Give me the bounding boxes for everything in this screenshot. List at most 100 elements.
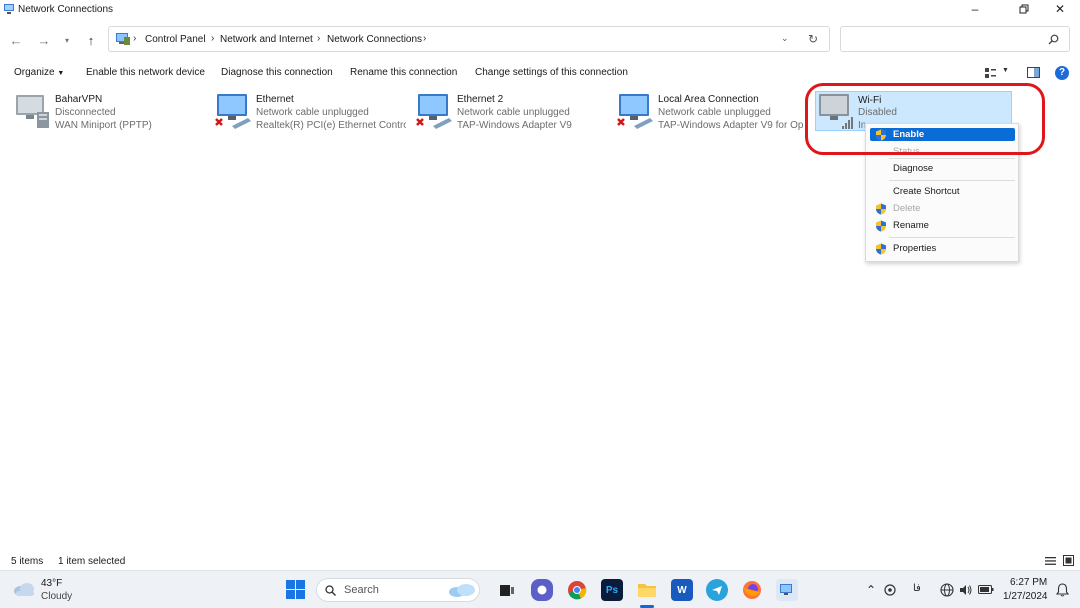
weather-temperature: 43°F xyxy=(41,578,63,589)
view-options-icon[interactable] xyxy=(985,68,996,79)
breadcrumb-network-and-internet[interactable]: Network and Internet xyxy=(220,34,313,45)
recent-locations-button[interactable]: ▾ xyxy=(58,31,76,49)
search-box[interactable] xyxy=(840,26,1070,52)
breadcrumb-separator: › xyxy=(423,33,427,44)
uac-shield-icon xyxy=(876,220,886,232)
chevron-up-icon[interactable]: ⌃ xyxy=(866,583,876,597)
selection-count: 1 item selected xyxy=(58,556,126,567)
item-count: 5 items xyxy=(11,556,44,567)
menu-separator xyxy=(889,158,1015,159)
close-button[interactable]: ✕ xyxy=(1043,0,1077,18)
search-highlight-clouds-icon xyxy=(449,584,475,597)
connection-device: Realtek(R) PCI(e) Ethernet Control... xyxy=(256,120,406,131)
word-label: W xyxy=(677,584,687,596)
menu-item-label: Rename xyxy=(893,220,929,231)
notification-bell-icon[interactable] xyxy=(1056,583,1069,597)
menu-item-label: Diagnose xyxy=(893,163,934,174)
globe-network-icon[interactable] xyxy=(940,583,954,597)
back-button[interactable]: ← xyxy=(7,31,25,49)
refresh-icon[interactable]: ↻ xyxy=(808,32,818,46)
ethernet-connection-icon xyxy=(617,94,653,129)
taskbar-search-label: Search xyxy=(344,584,379,596)
arrow-left-icon: ← xyxy=(9,32,23,48)
menu-item-diagnose[interactable]: Diagnose xyxy=(870,162,1015,175)
connection-device: TAP-Windows Adapter V9 xyxy=(457,120,572,131)
clock-date[interactable]: 1/27/2024 xyxy=(1003,591,1048,602)
change-settings-button[interactable]: Change settings of this connection xyxy=(475,67,628,78)
organize-button[interactable]: Organize ▼ xyxy=(14,67,64,78)
minimize-button[interactable]: – xyxy=(958,0,992,18)
menu-item-rename[interactable]: Rename xyxy=(870,219,1015,232)
command-bar: Organize ▼ Enable this network device Di… xyxy=(0,63,1080,83)
file-explorer-icon[interactable] xyxy=(636,579,658,601)
address-dropdown-icon[interactable]: ⌄ xyxy=(781,33,789,44)
vpn-connection-icon xyxy=(16,95,49,128)
network-connections-app-icon xyxy=(4,4,14,14)
connection-item-local-area-connection[interactable]: Local Area Connection Network cable unpl… xyxy=(616,90,806,132)
connection-device: TAP-Windows Adapter V9 for Ope... xyxy=(658,120,803,131)
connection-item-ethernet[interactable]: Ethernet Network cable unplugged Realtek… xyxy=(214,90,409,132)
connection-item-ethernet-2[interactable]: Ethernet 2 Network cable unplugged TAP-W… xyxy=(415,90,605,132)
connection-device: WAN Miniport (PPTP) xyxy=(55,120,152,131)
control-panel-icon xyxy=(116,33,130,45)
breadcrumb-separator: › xyxy=(211,33,215,44)
highlight-annotation xyxy=(805,83,1045,155)
connection-status: Network cable unplugged xyxy=(658,107,771,118)
address-bar[interactable]: › Control Panel › Network and Internet ›… xyxy=(108,26,830,52)
taskbar: 43°F Cloudy Search Ps W ⌃ فا 6:27 PM 1/2… xyxy=(0,570,1080,608)
menu-item-label: Delete xyxy=(893,203,921,214)
menu-separator xyxy=(889,180,1015,181)
diagnose-connection-button[interactable]: Diagnose this connection xyxy=(221,67,333,78)
view-dropdown-icon[interactable]: ▼ xyxy=(1002,67,1009,74)
help-icon[interactable]: ? xyxy=(1055,66,1069,80)
rename-connection-button[interactable]: Rename this connection xyxy=(350,67,457,78)
uac-shield-icon xyxy=(876,203,886,215)
details-view-icon[interactable] xyxy=(1045,556,1056,566)
breadcrumb-separator: › xyxy=(133,33,137,44)
breadcrumb-network-connections[interactable]: Network Connections xyxy=(327,34,422,45)
status-bar: 5 items 1 item selected xyxy=(0,553,1080,569)
taskbar-search[interactable]: Search xyxy=(316,578,480,602)
firefox-icon[interactable] xyxy=(741,579,763,601)
windows-start-icon[interactable] xyxy=(286,580,305,599)
cloudy-weather-icon[interactable] xyxy=(12,580,36,598)
telegram-icon[interactable] xyxy=(706,579,728,601)
search-icon xyxy=(1048,34,1059,45)
network-connections-taskbar-icon[interactable] xyxy=(776,579,798,601)
connection-status: Network cable unplugged xyxy=(457,107,570,118)
battery-icon[interactable] xyxy=(978,585,994,594)
up-button[interactable]: ↑ xyxy=(82,31,100,49)
connection-name: Ethernet 2 xyxy=(457,94,504,105)
photoshop-icon[interactable]: Ps xyxy=(601,579,623,601)
menu-item-properties[interactable]: Properties xyxy=(870,242,1015,255)
breadcrumb-separator: › xyxy=(317,33,321,44)
close-icon: ✕ xyxy=(1054,2,1066,16)
task-view-icon[interactable] xyxy=(496,579,518,601)
connection-item-baharvpn[interactable]: BaharVPN Disconnected WAN Miniport (PPTP… xyxy=(13,90,203,132)
language-indicator[interactable]: فا xyxy=(913,583,921,594)
minimize-icon: – xyxy=(971,2,979,16)
large-icons-view-icon[interactable] xyxy=(1063,555,1074,566)
search-input[interactable] xyxy=(847,32,1042,47)
volume-icon[interactable] xyxy=(959,583,973,597)
forward-button[interactable]: → xyxy=(35,31,53,49)
clock-time[interactable]: 6:27 PM xyxy=(1010,577,1047,588)
copilot-icon[interactable] xyxy=(884,584,897,596)
restore-icon xyxy=(1019,4,1029,14)
maximize-button[interactable] xyxy=(1007,0,1041,18)
network-connections-window: Network Connections – ✕ ← → ▾ ↑ › Contro… xyxy=(0,0,1080,570)
ethernet-connection-icon xyxy=(416,94,452,129)
search-icon xyxy=(325,585,336,596)
caret-down-icon: ▼ xyxy=(57,70,65,77)
menu-separator xyxy=(889,237,1015,238)
menu-item-create-shortcut[interactable]: Create Shortcut xyxy=(870,185,1015,198)
breadcrumb-control-panel[interactable]: Control Panel xyxy=(145,34,206,45)
preview-pane-icon[interactable] xyxy=(1027,67,1040,78)
connection-name: BaharVPN xyxy=(55,94,103,105)
teams-chat-icon[interactable] xyxy=(531,579,553,601)
word-icon[interactable]: W xyxy=(671,579,693,601)
enable-device-button[interactable]: Enable this network device xyxy=(86,67,205,78)
chrome-icon[interactable] xyxy=(566,579,588,601)
weather-description: Cloudy xyxy=(41,591,73,602)
connection-status: Network cable unplugged xyxy=(256,107,369,118)
